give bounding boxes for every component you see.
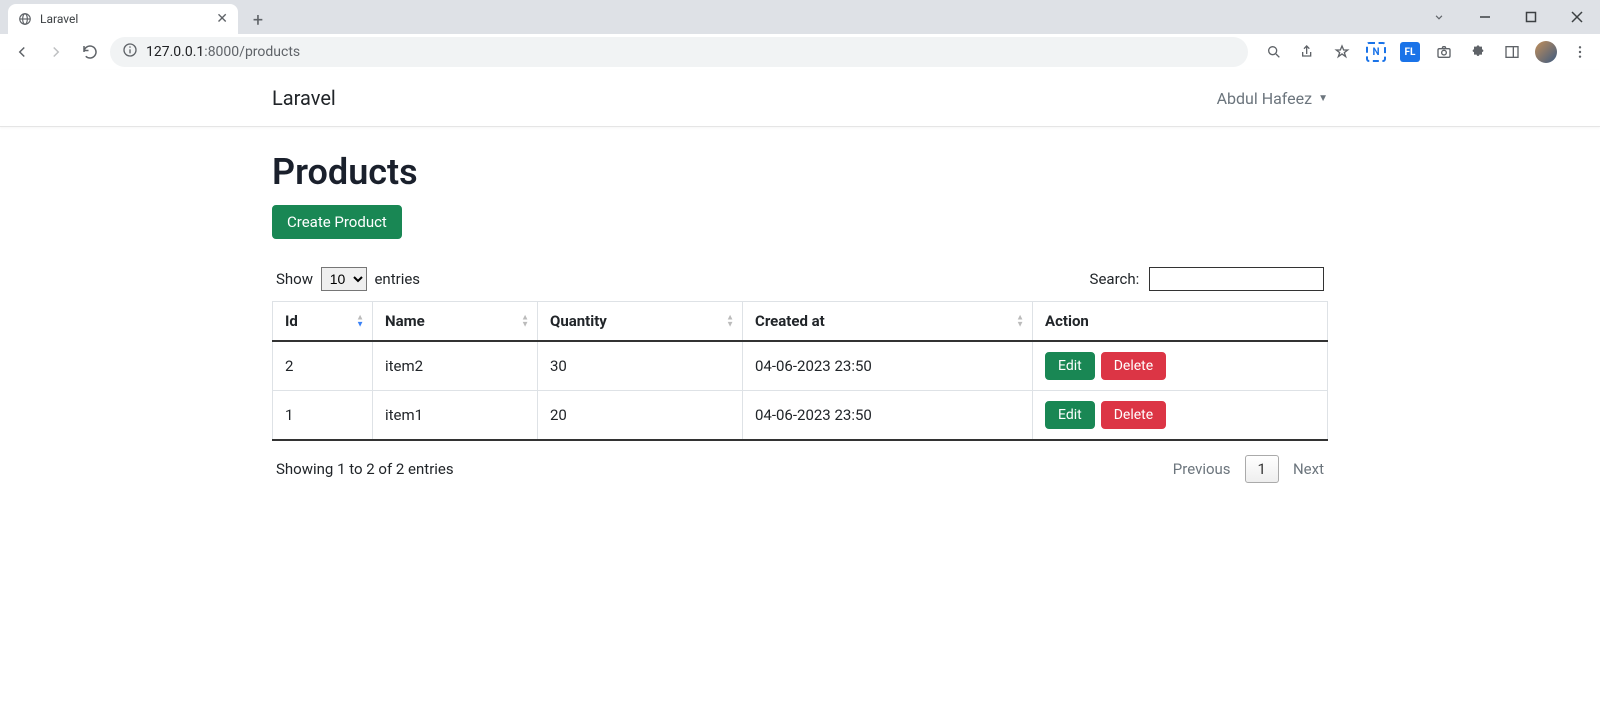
- address-bar[interactable]: 127.0.0.1:8000/products: [110, 37, 1248, 67]
- globe-icon: [18, 12, 32, 26]
- brand-link[interactable]: Laravel: [272, 86, 336, 110]
- col-quantity-header[interactable]: Quantity ▲▼: [538, 302, 743, 342]
- sort-icon: ▲▼: [521, 315, 529, 328]
- page-viewport: Laravel Abdul Hafeez ▼ Products Create P…: [0, 70, 1600, 507]
- bookmark-star-icon[interactable]: [1330, 40, 1354, 64]
- tab-close-icon[interactable]: ✕: [216, 11, 228, 27]
- reload-button[interactable]: [76, 38, 104, 66]
- profile-avatar[interactable]: [1534, 40, 1558, 64]
- datatable-controls-bottom: Showing 1 to 2 of 2 entries Previous 1 N…: [272, 455, 1328, 483]
- search-label: Search:: [1090, 270, 1140, 288]
- pagination-next[interactable]: Next: [1293, 460, 1324, 478]
- length-prefix: Show: [276, 270, 313, 288]
- url-text: 127.0.0.1:8000/products: [146, 44, 300, 60]
- site-info-icon[interactable]: [122, 42, 138, 62]
- side-panel-icon[interactable]: [1500, 40, 1524, 64]
- products-table: Id ▲▼ Name ▲▼ Quantity ▲▼ Created at ▲▼: [272, 301, 1328, 441]
- length-select[interactable]: 10: [321, 267, 367, 291]
- pagination: Previous 1 Next: [1173, 455, 1324, 483]
- search-input[interactable]: [1149, 267, 1324, 291]
- cell-quantity: 30: [538, 341, 743, 391]
- create-product-button[interactable]: Create Product: [272, 205, 402, 239]
- extensions-puzzle-icon[interactable]: [1466, 40, 1490, 64]
- browser-tab[interactable]: Laravel ✕: [8, 4, 238, 34]
- cell-action: Edit Delete: [1033, 341, 1328, 391]
- search-icon[interactable]: [1262, 40, 1286, 64]
- back-button[interactable]: [8, 38, 36, 66]
- table-row: 1 item1 20 04-06-2023 23:50 Edit Delete: [273, 391, 1328, 441]
- length-suffix: entries: [374, 270, 420, 288]
- browser-toolbar: 127.0.0.1:8000/products N FL: [0, 34, 1600, 70]
- caret-down-icon: ▼: [1318, 93, 1328, 104]
- delete-button[interactable]: Delete: [1101, 352, 1166, 380]
- window-close-button[interactable]: [1554, 0, 1600, 34]
- pagination-page-1[interactable]: 1: [1245, 455, 1279, 483]
- app-navbar: Laravel Abdul Hafeez ▼: [0, 70, 1600, 127]
- sort-icon: ▲▼: [726, 315, 734, 328]
- tab-dropdown-icon[interactable]: [1416, 0, 1462, 34]
- edit-button[interactable]: Edit: [1045, 352, 1095, 380]
- cell-id: 1: [273, 391, 373, 441]
- browser-chrome: Laravel ✕ +: [0, 0, 1600, 70]
- datatable-filter: Search:: [1090, 267, 1324, 291]
- forward-button[interactable]: [42, 38, 70, 66]
- col-action-header: Action: [1033, 302, 1328, 342]
- cell-created-at: 04-06-2023 23:50: [743, 341, 1033, 391]
- extension-fl-icon[interactable]: FL: [1398, 40, 1422, 64]
- window-controls: [1416, 0, 1600, 34]
- datatable-controls-top: Show 10 entries Search:: [272, 267, 1328, 291]
- col-created-at-header[interactable]: Created at ▲▼: [743, 302, 1033, 342]
- cell-name: item2: [373, 341, 538, 391]
- sort-icon: ▲▼: [1016, 315, 1024, 328]
- datatable-info: Showing 1 to 2 of 2 entries: [276, 460, 454, 478]
- user-name: Abdul Hafeez: [1217, 89, 1313, 108]
- tab-title: Laravel: [40, 12, 208, 26]
- col-name-header[interactable]: Name ▲▼: [373, 302, 538, 342]
- tab-bar: Laravel ✕ +: [0, 0, 1600, 34]
- cell-quantity: 20: [538, 391, 743, 441]
- table-row: 2 item2 30 04-06-2023 23:50 Edit Delete: [273, 341, 1328, 391]
- main-container: Products Create Product Show 10 entries …: [260, 127, 1340, 507]
- window-minimize-button[interactable]: [1462, 0, 1508, 34]
- browser-menu-icon[interactable]: [1568, 40, 1592, 64]
- user-menu-dropdown[interactable]: Abdul Hafeez ▼: [1217, 89, 1328, 108]
- sort-icon: ▲▼: [356, 315, 364, 328]
- share-icon[interactable]: [1296, 40, 1320, 64]
- col-id-header[interactable]: Id ▲▼: [273, 302, 373, 342]
- camera-icon[interactable]: [1432, 40, 1456, 64]
- pagination-previous[interactable]: Previous: [1173, 460, 1231, 478]
- extension-n-icon[interactable]: N: [1364, 40, 1388, 64]
- page-title: Products: [272, 151, 1328, 193]
- cell-name: item1: [373, 391, 538, 441]
- window-maximize-button[interactable]: [1508, 0, 1554, 34]
- cell-created-at: 04-06-2023 23:50: [743, 391, 1033, 441]
- new-tab-button[interactable]: +: [244, 6, 272, 34]
- cell-action: Edit Delete: [1033, 391, 1328, 441]
- toolbar-icons: N FL: [1262, 40, 1592, 64]
- edit-button[interactable]: Edit: [1045, 401, 1095, 429]
- datatable-length: Show 10 entries: [276, 267, 420, 291]
- delete-button[interactable]: Delete: [1101, 401, 1166, 429]
- cell-id: 2: [273, 341, 373, 391]
